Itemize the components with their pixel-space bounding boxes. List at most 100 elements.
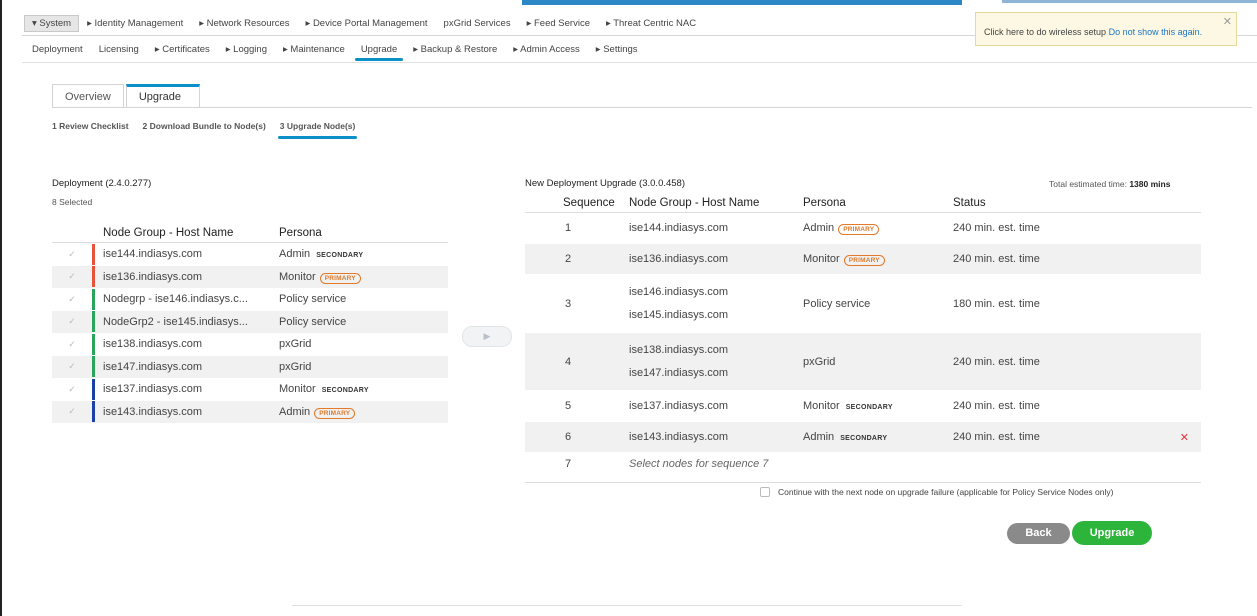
table-row[interactable]: ✓ ise137.indiasys.com Monitor SECONDARY <box>52 378 448 401</box>
column-header-host[interactable]: Node Group - Host Name <box>92 227 279 239</box>
host-name: ise147.indiasys.com <box>103 360 203 373</box>
host-name: ise137.indiasys.com <box>629 399 729 412</box>
sub-nav-item[interactable]: Upgrade <box>353 44 405 61</box>
continue-on-failure-option[interactable]: Continue with the next node on upgrade f… <box>760 487 1113 497</box>
sub-nav-item[interactable]: Licensing <box>91 44 147 55</box>
table-row[interactable]: ✓ ise138.indiasys.com pxGrid <box>52 333 448 356</box>
table-row[interactable]: 2 ise136.indiasys.com Monitor PRIMARY 240 mi… <box>525 244 1201 275</box>
deployment-title: Deployment (2.4.0.277) <box>52 178 152 189</box>
checkbox-checked[interactable]: ✓ <box>52 294 92 305</box>
select-nodes-placeholder[interactable]: Select nodes for sequence 7 <box>629 458 768 470</box>
table-row[interactable]: 4 ise138.indiasys.com ise147.indiasys.com p… <box>525 333 1201 391</box>
remove-icon[interactable]: ✕ <box>1180 431 1189 444</box>
top-nav-item[interactable]: ▸ Feed Service <box>519 18 598 29</box>
table-row[interactable]: 5 ise137.indiasys.com Monitor SECONDARY 240 … <box>525 391 1201 422</box>
checkbox-checked[interactable]: ✓ <box>52 316 92 327</box>
top-nav-item[interactable]: pxGrid Services <box>436 18 519 29</box>
sequence-number: 7 <box>565 457 572 470</box>
host-name: ise146.indiasys.com <box>629 285 729 298</box>
dismiss-banner-link[interactable]: Do not show this again. <box>1109 27 1203 37</box>
table-header: Node Group - Host Name Persona <box>52 224 448 243</box>
sub-nav-item[interactable]: ▸ Logging <box>218 44 275 55</box>
top-nav-item[interactable]: ▾ System <box>24 14 80 32</box>
persona-role-badge: SECONDARY <box>840 435 888 442</box>
host-name: ise143.indiasys.com <box>629 430 729 443</box>
top-accent-bar <box>522 0 962 5</box>
table-row[interactable]: ✓ ise147.indiasys.com pxGrid <box>52 355 448 378</box>
sequence-number: 6 <box>565 431 572 443</box>
upgrade-step[interactable]: 3 Upgrade Node(s) <box>277 121 357 139</box>
upgrade-step[interactable]: 2 Download Bundle to Node(s) <box>143 121 266 131</box>
top-nav-item[interactable]: ▸ Device Portal Management <box>298 18 436 29</box>
host-names: ise138.indiasys.com ise147.indiasys.com <box>629 339 803 385</box>
column-header-status[interactable]: Status <box>953 197 1173 209</box>
table-row[interactable]: ✓ ise144.indiasys.com Admin SECONDARY <box>52 243 448 266</box>
divider <box>525 482 1201 483</box>
host-names: ise144.indiasys.com <box>629 217 803 240</box>
placeholder-row[interactable]: 7 Select nodes for sequence 7 <box>525 453 1201 475</box>
persona-label: pxGrid <box>803 355 836 368</box>
persona: Policy service <box>803 298 953 310</box>
top-nav-item[interactable]: ▸ Identity Management <box>79 18 191 29</box>
checkbox-checked[interactable]: ✓ <box>52 271 92 282</box>
table-row[interactable]: ✓ NodeGrp2 - ise145.indiasys... Policy ser… <box>52 310 448 333</box>
persona-role-badge: SECONDARY <box>316 252 364 260</box>
host-names: ise143.indiasys.com <box>629 426 803 449</box>
persona-role-badge: PRIMARY <box>319 272 361 284</box>
divider <box>22 62 1257 63</box>
checkbox-checked[interactable]: ✓ <box>52 406 92 417</box>
sub-nav-item[interactable]: ▸ Maintenance <box>275 44 353 55</box>
upgrade-button[interactable]: Upgrade <box>1072 521 1152 545</box>
column-header-host[interactable]: Node Group - Host Name <box>629 197 803 209</box>
persona: Monitor SECONDARY <box>803 400 953 412</box>
tab-overview[interactable]: Overview <box>52 84 124 108</box>
status: 180 min. est. time <box>953 297 1040 310</box>
checkbox-checked[interactable]: ✓ <box>52 339 92 350</box>
column-header-persona[interactable]: Persona <box>803 197 953 209</box>
sub-nav-item[interactable]: ▸ Settings <box>588 44 646 55</box>
host-name: NodeGrp2 - ise145.indiasys... <box>103 315 248 328</box>
checkbox-checked[interactable]: ✓ <box>52 361 92 372</box>
column-header-persona[interactable]: Persona <box>279 227 322 239</box>
checkbox-checked[interactable]: ✓ <box>52 249 92 260</box>
table-row[interactable]: ✓ Nodegrp - ise146.indiasys.c... Policy se… <box>52 288 448 311</box>
sub-nav-item[interactable]: ▸ Admin Access <box>505 44 588 55</box>
host-name: ise138.indiasys.com <box>103 338 203 351</box>
top-nav-item[interactable]: ▸ Network Resources <box>191 18 297 29</box>
status: 240 min. est. time <box>953 355 1040 368</box>
host-name: ise143.indiasys.com <box>103 405 203 418</box>
status: 240 min. est. time <box>953 431 1040 443</box>
persona-label: Policy service <box>279 293 347 306</box>
persona-label: Admin <box>279 405 311 418</box>
host-name: Nodegrp - ise146.indiasys.c... <box>103 293 248 306</box>
sequence-number: 2 <box>565 253 572 265</box>
node-group-color-bar <box>92 333 95 355</box>
persona-role-badge: SECONDARY <box>321 387 369 395</box>
total-time-label: Total estimated time: <box>1049 179 1127 189</box>
checkbox-checked[interactable]: ✓ <box>52 384 92 395</box>
total-time-value: 1380 mins <box>1129 179 1171 189</box>
move-to-sequence-button[interactable]: ▶ <box>462 326 512 347</box>
persona: Admin SECONDARY <box>279 248 363 260</box>
table-row[interactable]: 1 ise144.indiasys.com Admin PRIMARY 240 min.… <box>525 213 1201 244</box>
wireless-setup-banner: Click here to do wireless setup Do not s… <box>975 12 1237 46</box>
sub-nav-item[interactable]: ▸ Certificates <box>147 44 218 55</box>
sub-nav-item[interactable]: Deployment <box>24 44 91 55</box>
host-name: ise147.indiasys.com <box>629 366 729 379</box>
top-nav-item[interactable]: ▸ Threat Centric NAC <box>598 18 704 29</box>
upgrade-step[interactable]: 1 Review Checklist <box>52 121 129 131</box>
back-button[interactable]: Back <box>1007 523 1070 544</box>
tab-upgrade[interactable]: Upgrade <box>125 84 200 108</box>
table-row[interactable]: ✓ ise143.indiasys.com Admin PRIMARY <box>52 400 448 423</box>
column-header-sequence[interactable]: Sequence <box>525 197 629 209</box>
persona-role-badge: PRIMARY <box>314 407 356 419</box>
sub-nav-item[interactable]: ▸ Backup & Restore <box>405 44 505 55</box>
continue-on-failure-checkbox[interactable] <box>760 487 770 497</box>
persona-label: pxGrid <box>279 360 312 373</box>
table-row[interactable]: 6 ise143.indiasys.com Admin SECONDARY 240 mi… <box>525 422 1201 453</box>
table-row[interactable]: ✓ ise136.indiasys.com Monitor PRIMARY <box>52 265 448 288</box>
persona-label: Admin <box>803 431 835 443</box>
close-icon[interactable]: ✕ <box>1223 15 1232 28</box>
wireless-setup-link[interactable]: Click here to do wireless setup <box>984 27 1106 37</box>
table-row[interactable]: 3 ise146.indiasys.com ise145.indiasys.com P… <box>525 275 1201 333</box>
